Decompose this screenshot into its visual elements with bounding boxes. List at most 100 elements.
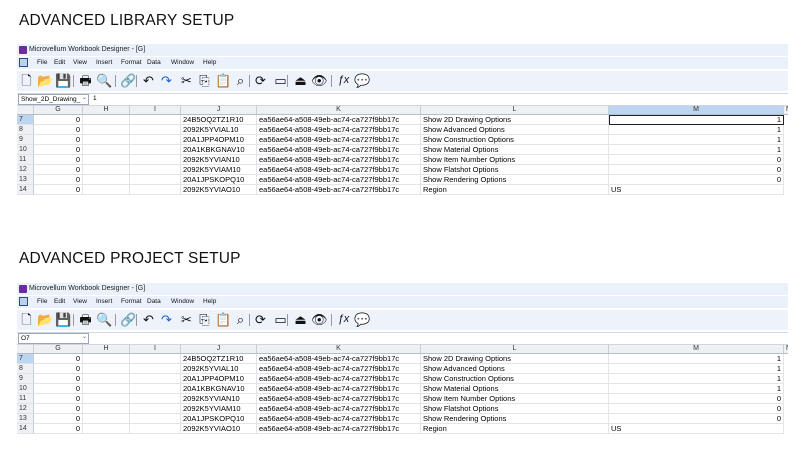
cell-h[interactable] — [83, 424, 130, 434]
cell-j[interactable]: 20A1JPP4OPM10 — [181, 374, 257, 384]
cell-k[interactable]: ea56ae64-a508-49eb-ac74-ca727f9bb17c — [257, 364, 421, 374]
cell-j[interactable]: 2092K5YVIAM10 — [181, 165, 257, 175]
row-header[interactable]: 10 — [17, 384, 34, 394]
cell-i[interactable] — [130, 115, 181, 125]
row-header[interactable]: 7 — [17, 354, 34, 364]
save-icon[interactable]: 💾 — [55, 73, 71, 88]
window-icon[interactable]: ▭ — [273, 312, 288, 327]
cell-j[interactable]: 2092K5YVIAL10 — [181, 364, 257, 374]
paste-icon[interactable]: 📋 — [215, 73, 231, 88]
cell-m[interactable]: 1 — [609, 354, 784, 364]
cell-j[interactable]: 2092K5YVIAN10 — [181, 394, 257, 404]
cell-m[interactable]: 0 — [609, 414, 784, 424]
row-header[interactable]: 8 — [17, 125, 34, 135]
cell-l[interactable]: Show Material Options — [421, 145, 609, 155]
menu-help[interactable]: Help — [203, 57, 216, 69]
cell-l[interactable]: Show Item Number Options — [421, 394, 609, 404]
cell-j[interactable]: 2092K5YVIAM10 — [181, 404, 257, 414]
menu-edit[interactable]: Edit — [54, 57, 65, 69]
column-header-n[interactable]: N — [784, 106, 788, 114]
cell-h[interactable] — [83, 115, 130, 125]
cell-g[interactable]: 0 — [34, 145, 83, 155]
cell-m[interactable]: 1 — [609, 364, 784, 374]
open-icon[interactable]: 📂 — [37, 73, 53, 88]
cell-i[interactable] — [130, 125, 181, 135]
cell-i[interactable] — [130, 135, 181, 145]
cell-m[interactable]: 0 — [609, 175, 784, 185]
cell-l[interactable]: Show 2D Drawing Options — [421, 354, 609, 364]
cell-l[interactable]: Show Item Number Options — [421, 155, 609, 165]
cell-m[interactable]: 1 — [609, 374, 784, 384]
cell-h[interactable] — [83, 364, 130, 374]
comment-icon[interactable]: 💬 — [354, 73, 370, 88]
formula-value[interactable]: 1 — [93, 94, 97, 104]
menu-file[interactable]: File — [37, 57, 47, 69]
print-preview-icon[interactable]: 🔍 — [96, 73, 112, 88]
cell-h[interactable] — [83, 145, 130, 155]
cell-k[interactable]: ea56ae64-a508-49eb-ac74-ca727f9bb17c — [257, 175, 421, 185]
cell-m[interactable]: 1 — [609, 145, 784, 155]
cell-l[interactable]: Show Construction Options — [421, 135, 609, 145]
chevron-down-icon[interactable]: ⌄ — [82, 94, 87, 103]
open-icon[interactable]: 📂 — [37, 312, 53, 327]
cell-g[interactable]: 0 — [34, 394, 83, 404]
cell-i[interactable] — [130, 394, 181, 404]
paste-icon[interactable]: 📋 — [215, 312, 231, 327]
menu-window[interactable]: Window — [171, 296, 194, 308]
cell-l[interactable]: Show Advanced Options — [421, 125, 609, 135]
redo-icon[interactable]: ↷ — [159, 312, 174, 327]
cell-l[interactable]: Show Material Options — [421, 384, 609, 394]
cell-i[interactable] — [130, 364, 181, 374]
cell-g[interactable]: 0 — [34, 364, 83, 374]
copy-icon[interactable]: ⎘ — [197, 73, 212, 88]
cell-k[interactable]: ea56ae64-a508-49eb-ac74-ca727f9bb17c — [257, 185, 421, 195]
column-header-n[interactable]: N — [784, 345, 788, 353]
chevron-down-icon[interactable]: ⌄ — [82, 333, 87, 342]
cell-m[interactable]: 0 — [609, 155, 784, 165]
cell-j[interactable]: 20A1JPSKOPQ10 — [181, 414, 257, 424]
comment-icon[interactable]: 💬 — [354, 312, 370, 327]
cell-g[interactable]: 0 — [34, 125, 83, 135]
redo-icon[interactable]: ↷ — [159, 73, 174, 88]
cell-k[interactable]: ea56ae64-a508-49eb-ac74-ca727f9bb17c — [257, 145, 421, 155]
menu-data[interactable]: Data — [147, 57, 161, 69]
refresh-icon[interactable]: ⟳ — [253, 73, 268, 88]
menu-file[interactable]: File — [37, 296, 47, 308]
cell-l[interactable]: Region — [421, 185, 609, 195]
cell-j[interactable]: 2092K5YVIAO10 — [181, 424, 257, 434]
cell-h[interactable] — [83, 384, 130, 394]
cell-k[interactable]: ea56ae64-a508-49eb-ac74-ca727f9bb17c — [257, 135, 421, 145]
cell-i[interactable] — [130, 175, 181, 185]
menu-window[interactable]: Window — [171, 57, 194, 69]
cell-l[interactable]: Show Construction Options — [421, 374, 609, 384]
cut-icon[interactable]: ✂ — [179, 73, 194, 88]
cell-i[interactable] — [130, 145, 181, 155]
column-header-l[interactable]: L — [421, 345, 609, 353]
cell-m[interactable]: 0 — [609, 404, 784, 414]
cell-h[interactable] — [83, 185, 130, 195]
cell-g[interactable]: 0 — [34, 374, 83, 384]
new-icon[interactable]: 🗋 — [19, 312, 34, 327]
name-box[interactable]: Show_2D_Drawing_ — [18, 94, 89, 105]
undo-icon[interactable]: ↶ — [141, 73, 156, 88]
cell-g[interactable]: 0 — [34, 414, 83, 424]
cell-h[interactable] — [83, 165, 130, 175]
name-box[interactable]: O7 — [18, 333, 89, 344]
link-icon[interactable]: 🔗 — [120, 312, 136, 327]
link-icon[interactable]: 🔗 — [120, 73, 136, 88]
cell-k[interactable]: ea56ae64-a508-49eb-ac74-ca727f9bb17c — [257, 404, 421, 414]
cell-g[interactable]: 0 — [34, 404, 83, 414]
cell-k[interactable]: ea56ae64-a508-49eb-ac74-ca727f9bb17c — [257, 354, 421, 364]
cell-m[interactable]: 0 — [609, 394, 784, 404]
refresh-icon[interactable]: ⟳ — [253, 312, 268, 327]
column-header-k[interactable]: K — [257, 345, 421, 353]
cell-j[interactable]: 24B5OQ2TZ1R10 — [181, 354, 257, 364]
cell-g[interactable]: 0 — [34, 115, 83, 125]
cell-j[interactable]: 20A1KBKGNAV10 — [181, 145, 257, 155]
menu-insert[interactable]: Insert — [96, 296, 112, 308]
cell-h[interactable] — [83, 414, 130, 424]
menu-data[interactable]: Data — [147, 296, 161, 308]
cell-j[interactable]: 24B5OQ2TZ1R10 — [181, 115, 257, 125]
cell-k[interactable]: ea56ae64-a508-49eb-ac74-ca727f9bb17c — [257, 155, 421, 165]
zoom-icon[interactable]: ⌕ — [233, 73, 248, 88]
